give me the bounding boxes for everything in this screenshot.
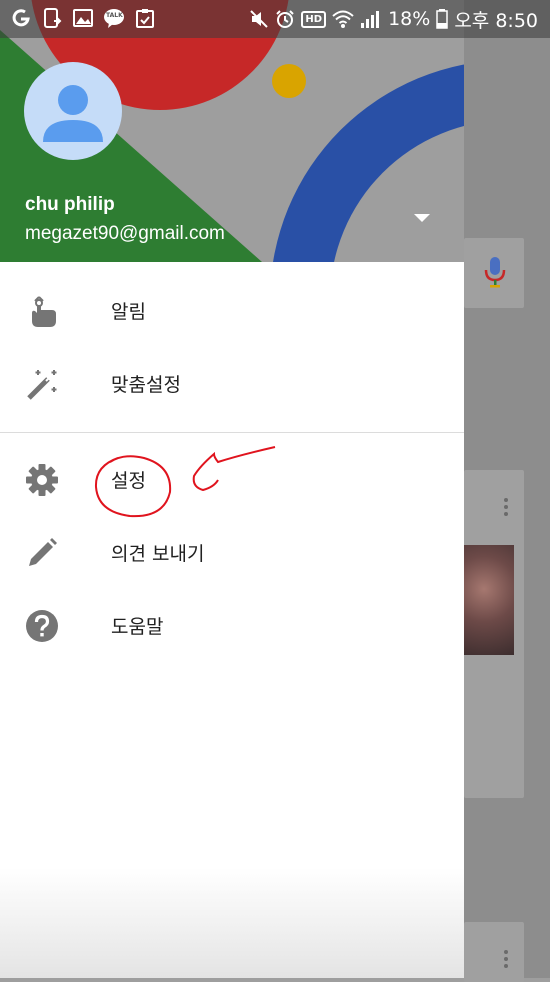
account-switcher-arrow-icon[interactable] <box>410 211 434 225</box>
navigation-drawer: chu philip megazet90@gmail.com 알림 맞춤설정 설… <box>0 0 464 978</box>
signal-icon <box>361 11 380 28</box>
microphone-icon[interactable] <box>482 255 508 289</box>
account-email: megazet90@gmail.com <box>25 223 225 244</box>
gear-icon <box>24 462 60 498</box>
menu-divider <box>0 432 464 433</box>
menu-item-label: 설정 <box>111 470 146 492</box>
kakaotalk-icon: TALK <box>103 7 125 29</box>
more-options-icon[interactable] <box>503 498 509 519</box>
magic-wand-icon <box>24 366 60 402</box>
phone-notification-icon <box>44 8 62 28</box>
app-notification-icon <box>12 9 30 27</box>
notification-icons: TALK <box>10 7 156 29</box>
menu-item-label: 알림 <box>111 301 146 323</box>
drawer-bottom-fade <box>0 868 464 978</box>
feed-card[interactable] <box>464 922 524 982</box>
pencil-icon <box>24 535 60 571</box>
hd-icon: HD <box>301 10 327 28</box>
menu-item-help[interactable]: 도움말 <box>0 589 464 662</box>
battery-percent: 18% <box>388 8 431 30</box>
battery-icon <box>436 9 449 29</box>
clock: 오후 8:50 <box>454 9 538 32</box>
more-options-icon[interactable] <box>503 950 509 971</box>
status-bar: TALK HD 18% 오후 8:50 <box>0 0 550 38</box>
help-icon <box>24 608 60 644</box>
menu-item-customize[interactable]: 맞춤설정 <box>0 347 464 420</box>
menu-item-label: 맞춤설정 <box>111 374 181 396</box>
menu-item-label: 의견 보내기 <box>111 543 205 565</box>
menu-item-settings[interactable]: 설정 <box>0 443 464 516</box>
account-header[interactable]: chu philip megazet90@gmail.com <box>0 0 464 262</box>
drawer-menu: 알림 맞춤설정 설정 의견 보내기 도움말 <box>0 274 464 662</box>
avatar[interactable] <box>24 62 122 160</box>
card-image <box>464 545 514 655</box>
mute-icon <box>250 10 269 28</box>
talk-label: TALK <box>106 12 123 19</box>
notification-hand-icon <box>24 293 60 329</box>
wifi-icon <box>332 10 354 28</box>
gallery-icon <box>73 9 93 27</box>
menu-item-label: 도움말 <box>111 616 164 638</box>
account-name: chu philip <box>25 194 115 215</box>
menu-item-send-feedback[interactable]: 의견 보내기 <box>0 516 464 589</box>
clipboard-check-icon <box>136 9 154 28</box>
alarm-icon <box>276 10 295 28</box>
system-status: HD 18% 오후 8:50 <box>249 0 538 38</box>
menu-item-notifications[interactable]: 알림 <box>0 274 464 347</box>
